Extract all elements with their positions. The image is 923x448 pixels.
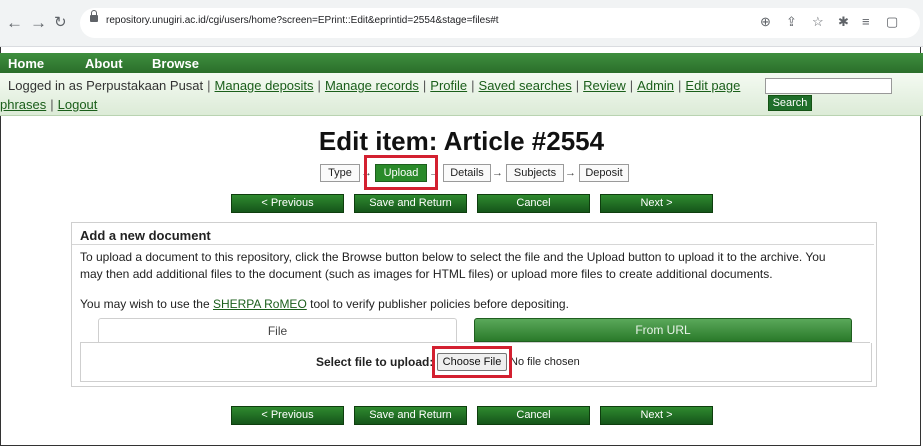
workflow-arrow-icon: → bbox=[492, 167, 503, 179]
tab-from-url[interactable]: From URL bbox=[474, 318, 852, 342]
star-icon[interactable]: ☆ bbox=[812, 13, 824, 31]
workflow-arrow-icon: → bbox=[565, 167, 576, 179]
cancel-button-top[interactable]: Cancel bbox=[477, 194, 590, 213]
link-logout[interactable]: Logout bbox=[58, 97, 98, 112]
share-icon[interactable]: ⇪ bbox=[786, 13, 797, 31]
link-edit-page[interactable]: Edit page bbox=[685, 78, 740, 93]
link-saved-searches[interactable]: Saved searches bbox=[479, 78, 572, 93]
url-text[interactable]: repository.unugiri.ac.id/cgi/users/home?… bbox=[106, 15, 499, 26]
extensions-icon[interactable]: ✱ bbox=[838, 13, 849, 31]
instructions-line1: To upload a document to this repository,… bbox=[80, 250, 826, 264]
link-manage-records[interactable]: Manage records bbox=[325, 78, 419, 93]
login-links-line2: phrases | Logout bbox=[0, 97, 98, 112]
previous-button-bottom[interactable]: < Previous bbox=[231, 406, 344, 425]
previous-button-top[interactable]: < Previous bbox=[231, 194, 344, 213]
link-admin[interactable]: Admin bbox=[637, 78, 674, 93]
link-review[interactable]: Review bbox=[583, 78, 626, 93]
login-links-line1: Logged in as Perpustakaan Pusat | Manage d… bbox=[8, 78, 741, 93]
zoom-icon[interactable]: ⊕ bbox=[760, 13, 771, 31]
upload-highlight-box bbox=[364, 155, 438, 190]
side-panel-icon[interactable]: ▢ bbox=[886, 13, 898, 31]
link-manage-deposits[interactable]: Manage deposits bbox=[215, 78, 314, 93]
cancel-button-bottom[interactable]: Cancel bbox=[477, 406, 590, 425]
select-file-label: Select file to upload: bbox=[316, 355, 434, 369]
next-button-bottom[interactable]: Next > bbox=[600, 406, 713, 425]
link-profile[interactable]: Profile bbox=[430, 78, 467, 93]
login-status: Logged in as Perpustakaan Pusat bbox=[8, 78, 204, 93]
choose-file-highlight-box bbox=[432, 346, 512, 378]
panel-title: Add a new document bbox=[80, 228, 211, 243]
romeo-suffix: tool to verify publisher policies before… bbox=[306, 297, 569, 311]
reload-icon[interactable]: ↻ bbox=[54, 13, 67, 33]
next-button-top[interactable]: Next > bbox=[600, 194, 713, 213]
link-edit-page-phrases[interactable]: phrases bbox=[0, 97, 46, 112]
instructions-line2: may then add additional files to the doc… bbox=[80, 267, 773, 281]
back-arrow-icon[interactable]: ← bbox=[6, 13, 23, 33]
menu-browse[interactable]: Browse bbox=[152, 56, 199, 71]
tab-file[interactable]: File bbox=[98, 318, 457, 343]
browser-toolbar: ← → ↻ repository.unugiri.ac.id/cgi/users… bbox=[0, 0, 923, 47]
site-menu: Home About Browse bbox=[0, 53, 923, 73]
reading-list-icon[interactable]: ≡ bbox=[862, 13, 870, 31]
workflow-step-type[interactable]: Type bbox=[320, 164, 360, 182]
workflow-step-details[interactable]: Details bbox=[443, 164, 491, 182]
no-file-chosen-text: No file chosen bbox=[510, 356, 580, 368]
romeo-prefix: You may wish to use the bbox=[80, 297, 213, 311]
panel-divider bbox=[72, 244, 874, 245]
menu-home[interactable]: Home bbox=[8, 56, 44, 71]
menu-about[interactable]: About bbox=[85, 56, 123, 71]
lock-icon bbox=[90, 10, 98, 22]
page-title: Edit item: Article #2554 bbox=[318, 126, 605, 156]
workflow-step-subjects[interactable]: Subjects bbox=[506, 164, 564, 182]
workflow-step-deposit[interactable]: Deposit bbox=[579, 164, 629, 182]
search-input[interactable] bbox=[765, 78, 892, 94]
save-and-return-button-top[interactable]: Save and Return bbox=[354, 194, 467, 213]
save-and-return-button-bottom[interactable]: Save and Return bbox=[354, 406, 467, 425]
search-button[interactable]: Search bbox=[768, 95, 812, 111]
link-sherpa-romeo[interactable]: SHERPA RoMEO bbox=[213, 297, 307, 311]
forward-arrow-icon[interactable]: → bbox=[30, 13, 47, 33]
romeo-sentence: You may wish to use the SHERPA RoMEO too… bbox=[80, 297, 569, 311]
